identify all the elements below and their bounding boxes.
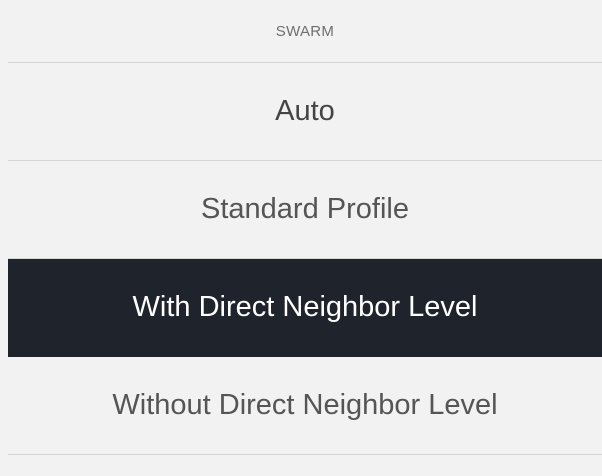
option-standard-profile[interactable]: Standard Profile — [8, 161, 602, 259]
option-with-direct-neighbor-level-label: With Direct Neighbor Level — [132, 291, 478, 323]
swarm-option-sheet: SWARM Auto Standard Profile With Direct … — [8, 0, 602, 476]
option-without-direct-neighbor-level[interactable]: Without Direct Neighbor Level — [8, 357, 602, 455]
option-auto[interactable]: Auto — [8, 63, 602, 161]
option-with-direct-neighbor-level[interactable]: With Direct Neighbor Level — [8, 259, 602, 357]
sheet-bottom-area — [8, 455, 602, 475]
option-auto-label: Auto — [275, 95, 335, 127]
option-standard-profile-label: Standard Profile — [201, 193, 409, 225]
option-without-direct-neighbor-level-label: Without Direct Neighbor Level — [112, 389, 498, 421]
sheet-title: SWARM — [8, 0, 602, 63]
